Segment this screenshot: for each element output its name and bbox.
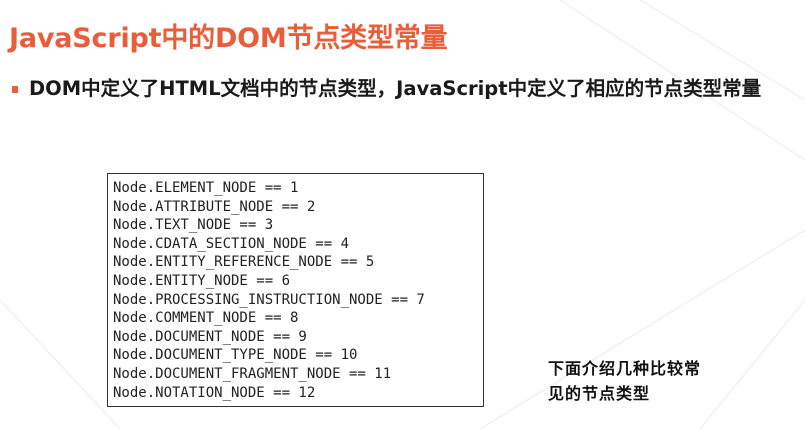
code-line: Node.ENTITY_REFERENCE_NODE == 5: [113, 254, 375, 271]
code-line: Node.CDATA_SECTION_NODE == 4: [113, 235, 350, 252]
bullet-point: DOM中定义了HTML文档中的节点类型，JavaScript中定义了相应的节点类…: [12, 77, 792, 101]
bullet-marker-icon: [12, 86, 18, 93]
side-note: 下面介绍几种比较常 见的节点类型: [548, 356, 748, 406]
bullet-text: DOM中定义了HTML文档中的节点类型，JavaScript中定义了相应的节点类…: [29, 77, 762, 100]
code-line: Node.DOCUMENT_NODE == 9: [113, 328, 307, 345]
slide-title: JavaScript中的DOM节点类型常量: [9, 23, 448, 54]
code-line: Node.ELEMENT_NODE == 1: [113, 180, 299, 196]
code-line: Node.COMMENT_NODE == 8: [113, 310, 299, 327]
code-line: Node.NOTATION_NODE == 12: [113, 384, 316, 401]
code-line: Node.ENTITY_NODE == 6: [113, 272, 291, 289]
side-note-line-1: 下面介绍几种比较常: [548, 359, 702, 378]
code-block: Node.ELEMENT_NODE == 1 Node.ATTRIBUTE_NO…: [107, 173, 484, 407]
code-line: Node.TEXT_NODE == 3: [113, 217, 274, 234]
side-note-line-2: 见的节点类型: [548, 384, 651, 403]
code-line: Node.DOCUMENT_TYPE_NODE == 10: [113, 347, 358, 364]
code-line: Node.ATTRIBUTE_NODE == 2: [113, 198, 316, 215]
code-line: Node.PROCESSING_INSTRUCTION_NODE == 7: [113, 291, 425, 308]
code-line: Node.DOCUMENT_FRAGMENT_NODE == 11: [113, 365, 392, 382]
